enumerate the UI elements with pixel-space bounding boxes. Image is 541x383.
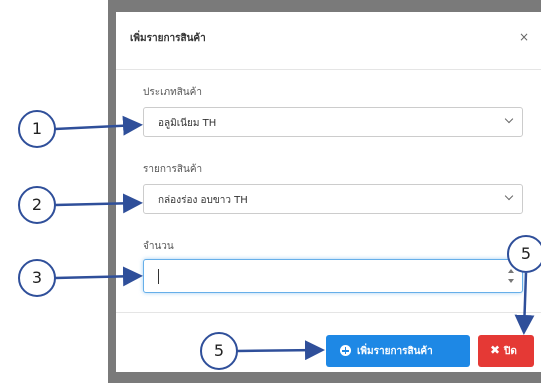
quantity-label: จำนวน [143,241,174,252]
chevron-down-icon [504,114,514,124]
plus-circle-icon [340,345,351,356]
add-product-button[interactable]: เพิ่มรายการสินค้า [326,335,470,367]
screenshot-stage: เพิ่มรายการสินค้า × ประเภทสินค้า อลูมิเน… [0,0,541,383]
annotation-badge-3: 3 [18,259,56,297]
add-product-modal: เพิ่มรายการสินค้า × ประเภทสินค้า อลูมิเน… [116,12,541,372]
number-spinner[interactable] [508,269,514,285]
annotation-badge-1: 1 [18,110,56,148]
close-icon[interactable]: × [519,30,529,44]
product-type-label: ประเภทสินค้า [143,87,202,98]
modal-header: เพิ่มรายการสินค้า × [116,12,541,70]
quantity-input[interactable] [143,259,523,293]
spin-down-icon[interactable] [508,279,514,283]
chevron-down-icon [504,191,514,201]
modal-footer: เพิ่มรายการสินค้า ✖ ปิด [116,312,541,372]
product-item-value: กล่องร่อง อบขาว TH [158,195,248,206]
spin-up-icon[interactable] [508,269,514,273]
product-item-select[interactable]: กล่องร่อง อบขาว TH [143,184,523,214]
annotation-badge-5-bottom: 5 [200,332,238,370]
add-product-label: เพิ่มรายการสินค้า [357,346,433,357]
product-item-label: รายการสินค้า [143,164,203,175]
annotation-badge-5-top: 5 [507,235,541,273]
close-button-label: ปิด [504,346,517,357]
backdrop [108,0,541,12]
close-button[interactable]: ✖ ปิด [478,335,534,367]
product-type-select[interactable]: อลูมิเนียม TH [143,107,523,137]
backdrop [108,372,541,383]
text-caret [158,269,159,284]
annotation-badge-2: 2 [18,186,56,224]
backdrop [108,0,116,383]
close-x-icon: ✖ [490,343,501,357]
modal-title: เพิ่มรายการสินค้า [130,33,206,44]
product-type-value: อลูมิเนียม TH [158,118,217,129]
